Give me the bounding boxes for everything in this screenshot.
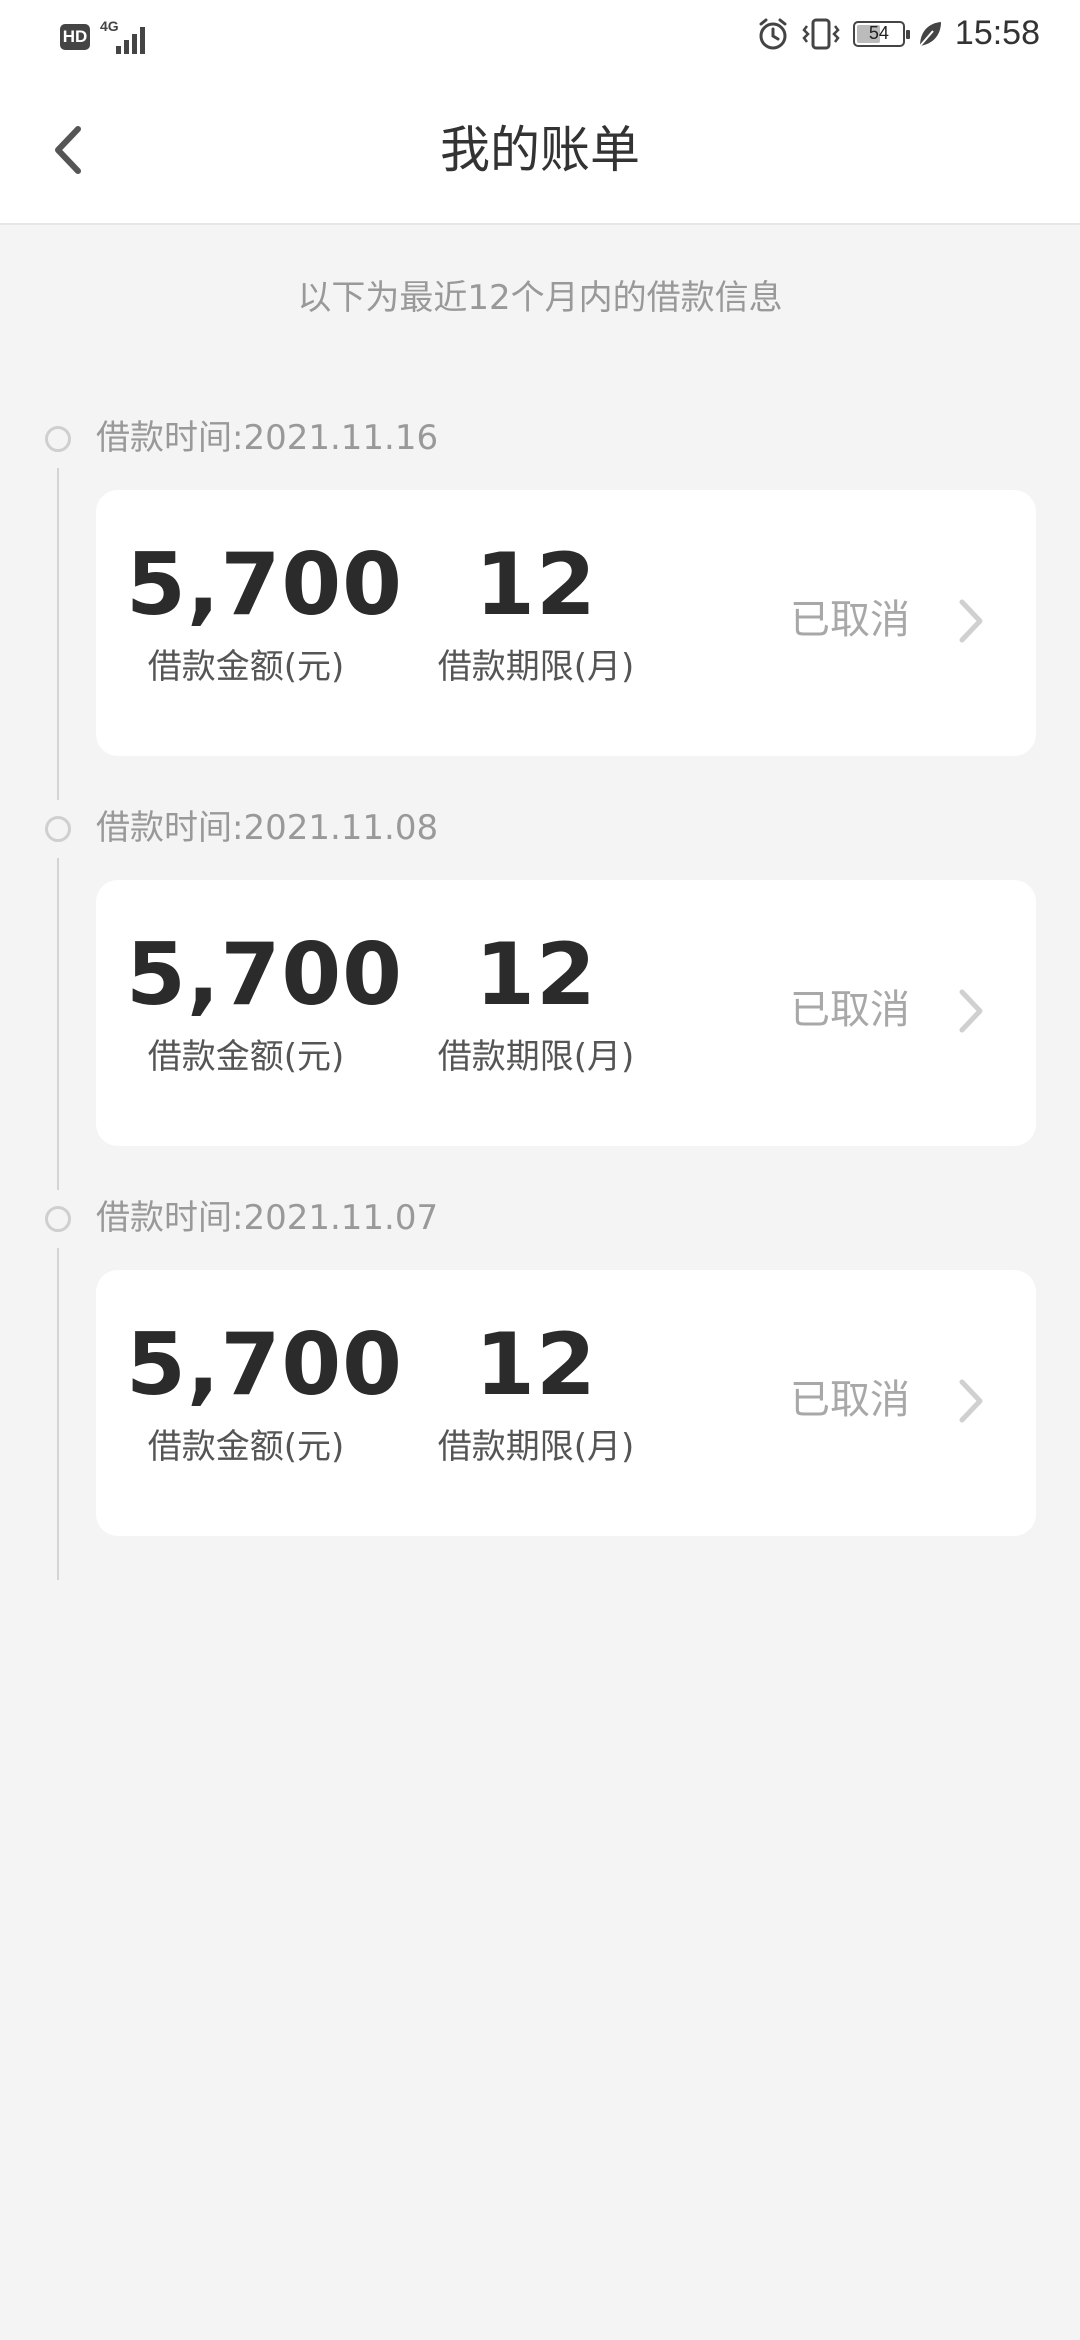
status-bar-right: 54 15:58 (757, 14, 1040, 53)
battery-icon: 54 (852, 20, 910, 47)
status-bar: HD 4G 54 15:58 (0, 0, 1080, 75)
battery-level: 54 (868, 23, 889, 43)
bill-card[interactable]: 5,700 借款金额(元) 12 借款期限(月) 已取消 (96, 490, 1036, 756)
status-badge: 已取消 (790, 1377, 910, 1423)
loan-amount: 5,700 (126, 1315, 404, 1415)
loan-term: 12 (475, 1315, 597, 1415)
loan-term: 12 (475, 535, 597, 635)
alarm-icon (759, 18, 787, 49)
info-subtitle: 以下为最近12个月内的借款信息 (297, 278, 783, 318)
app-root: HD 4G 54 15:58 我的账单 以下为最近12个月内的借款信息 借款时间… (0, 0, 1080, 2340)
loan-term-label: 借款期限(月) (437, 1037, 635, 1077)
loan-amount-label: 借款金额(元) (147, 647, 345, 687)
term-block: 12 借款期限(月) (436, 920, 636, 1082)
bill-card[interactable]: 5,700 借款金额(元) 12 借款期限(月) 已取消 (96, 1270, 1036, 1536)
amount-block: 5,700 借款金额(元) (126, 530, 404, 692)
loan-amount: 5,700 (126, 535, 404, 635)
bill-entry: 借款时间:2021.11.08 5,700 借款金额(元) 12 借款期限(月)… (0, 800, 1080, 1190)
amount-block: 5,700 借款金额(元) (126, 1310, 404, 1472)
timeline-line (57, 1248, 59, 1580)
status-bar-left: HD 4G (60, 18, 156, 54)
loan-date: 借款时间:2021.11.16 (96, 418, 439, 458)
loan-amount-label: 借款金额(元) (147, 1427, 345, 1467)
loan-date: 借款时间:2021.11.08 (96, 808, 439, 848)
hd-badge: HD (60, 24, 90, 50)
chevron-right-icon (959, 1379, 983, 1423)
clock-time: 15:58 (954, 14, 1040, 52)
loan-amount-label: 借款金额(元) (147, 1037, 345, 1077)
bill-entry: 借款时间:2021.11.07 5,700 借款金额(元) 12 借款期限(月)… (0, 1190, 1080, 1580)
timeline-dot (45, 1206, 71, 1232)
bill-timeline: 借款时间:2021.11.16 5,700 借款金额(元) 12 借款期限(月)… (0, 410, 1080, 1580)
bill-card[interactable]: 5,700 借款金额(元) 12 借款期限(月) 已取消 (96, 880, 1036, 1146)
page-title: 我的账单 (440, 121, 640, 179)
timeline-dot (45, 816, 71, 842)
loan-amount: 5,700 (126, 925, 404, 1025)
status-badge: 已取消 (790, 987, 910, 1033)
leaf-icon (919, 21, 941, 47)
amount-block: 5,700 借款金额(元) (126, 920, 404, 1082)
status-badge: 已取消 (790, 597, 910, 643)
loan-term-label: 借款期限(月) (437, 1427, 635, 1467)
vibrate-icon (802, 18, 840, 49)
signal-icon: 4G (100, 18, 156, 54)
timeline-dot (45, 426, 71, 452)
chevron-right-icon (959, 989, 983, 1033)
bill-entry: 借款时间:2021.11.16 5,700 借款金额(元) 12 借款期限(月)… (0, 410, 1080, 800)
timeline-line (57, 858, 59, 1190)
page-header: 我的账单 (0, 75, 1080, 225)
term-block: 12 借款期限(月) (436, 530, 636, 692)
loan-term-label: 借款期限(月) (437, 647, 635, 687)
loan-term: 12 (475, 925, 597, 1025)
timeline-line (57, 468, 59, 800)
loan-date: 借款时间:2021.11.07 (96, 1198, 439, 1238)
chevron-right-icon (959, 599, 983, 643)
term-block: 12 借款期限(月) (436, 1310, 636, 1472)
